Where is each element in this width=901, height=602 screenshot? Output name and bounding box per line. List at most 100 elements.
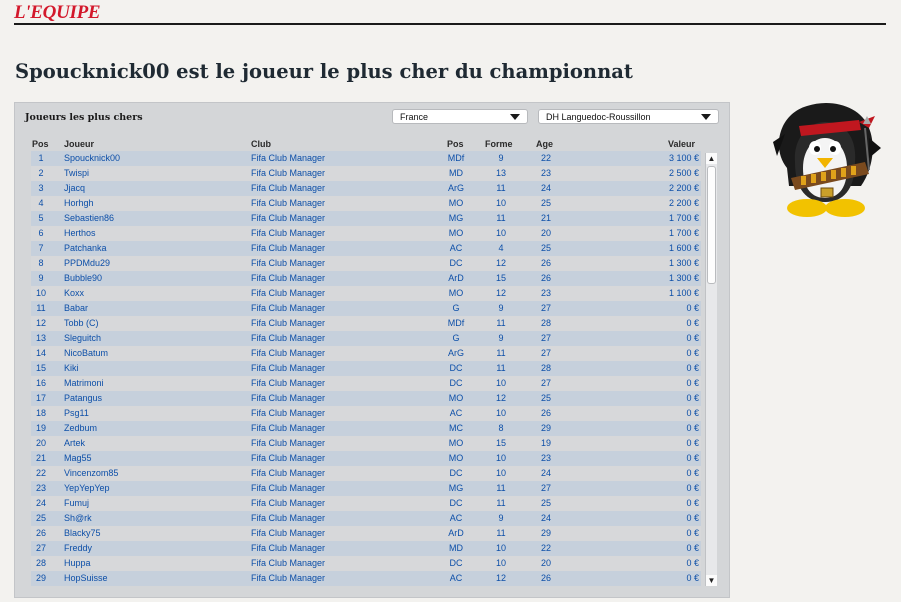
cell-club-link[interactable]: Fifa Club Manager [251, 346, 325, 361]
table-row[interactable]: 11 Babar Fifa Club Manager G 9 27 0 € [31, 301, 701, 316]
cell-player-link[interactable]: Patchanka [64, 241, 107, 256]
cell-player-link[interactable]: Sh@rk [64, 511, 92, 526]
table-row[interactable]: 5 Sebastien86 Fifa Club Manager MG 11 21 1 700… [31, 211, 701, 226]
cell-player-link[interactable]: Spoucknick00 [64, 151, 120, 166]
cell-player-link[interactable]: Huppa [64, 556, 91, 571]
cell-club-link[interactable]: Fifa Club Manager [251, 466, 325, 481]
cell-player-link[interactable]: Babar [64, 301, 88, 316]
table-row[interactable]: 16 Matrimoni Fifa Club Manager DC 10 27 0 € [31, 376, 701, 391]
cell-player-link[interactable]: Sleguitch [64, 331, 101, 346]
cell-club-link[interactable]: Fifa Club Manager [251, 481, 325, 496]
country-select[interactable]: France [392, 109, 528, 124]
cell-club-link[interactable]: Fifa Club Manager [251, 511, 325, 526]
cell-club-link[interactable]: Fifa Club Manager [251, 496, 325, 511]
cell-player-link[interactable]: Kiki [64, 361, 79, 376]
cell-club-link[interactable]: Fifa Club Manager [251, 256, 325, 271]
cell-club-link[interactable]: Fifa Club Manager [251, 361, 325, 376]
header-pos[interactable]: Pos [32, 139, 49, 149]
cell-player-link[interactable]: Zedbum [64, 421, 97, 436]
cell-player-link[interactable]: Artek [64, 436, 85, 451]
table-row[interactable]: 2 Twispi Fifa Club Manager MD 13 23 2 500 € [31, 166, 701, 181]
cell-club-link[interactable]: Fifa Club Manager [251, 316, 325, 331]
header-value[interactable]: Valeur [668, 139, 695, 149]
table-row[interactable]: 20 Artek Fifa Club Manager MO 15 19 0 € [31, 436, 701, 451]
cell-club-link[interactable]: Fifa Club Manager [251, 181, 325, 196]
cell-player-link[interactable]: Bubble90 [64, 271, 102, 286]
cell-club-link[interactable]: Fifa Club Manager [251, 391, 325, 406]
cell-club-link[interactable]: Fifa Club Manager [251, 436, 325, 451]
cell-player-link[interactable]: NicoBatum [64, 346, 108, 361]
cell-player-link[interactable]: Mag55 [64, 451, 92, 466]
cell-player-link[interactable]: YepYepYep [64, 481, 110, 496]
table-row[interactable]: 10 Koxx Fifa Club Manager MO 12 23 1 100 € [31, 286, 701, 301]
table-row[interactable]: 7 Patchanka Fifa Club Manager AC 4 25 1 600 € [31, 241, 701, 256]
scrollbar-thumb[interactable] [707, 166, 716, 284]
table-row[interactable]: 15 Kiki Fifa Club Manager DC 11 28 0 € [31, 361, 701, 376]
table-row[interactable]: 19 Zedbum Fifa Club Manager MC 8 29 0 € [31, 421, 701, 436]
cell-club-link[interactable]: Fifa Club Manager [251, 421, 325, 436]
table-scrollbar[interactable]: ▲ ▼ [705, 153, 717, 586]
table-row[interactable]: 29 HopSuisse Fifa Club Manager AC 12 26 0 € [31, 571, 701, 586]
cell-club-link[interactable]: Fifa Club Manager [251, 556, 325, 571]
cell-club-link[interactable]: Fifa Club Manager [251, 571, 325, 586]
table-row[interactable]: 8 PPDMdu29 Fifa Club Manager DC 12 26 1 300 € [31, 256, 701, 271]
table-row[interactable]: 28 Huppa Fifa Club Manager DC 10 20 0 € [31, 556, 701, 571]
cell-player-link[interactable]: Herthos [64, 226, 96, 241]
cell-player-link[interactable]: Twispi [64, 166, 89, 181]
header-forme[interactable]: Forme [485, 139, 513, 149]
cell-club-link[interactable]: Fifa Club Manager [251, 151, 325, 166]
cell-player-link[interactable]: HopSuisse [64, 571, 108, 586]
cell-club-link[interactable]: Fifa Club Manager [251, 451, 325, 466]
cell-player-link[interactable]: Patangus [64, 391, 102, 406]
cell-player-link[interactable]: Sebastien86 [64, 211, 114, 226]
table-row[interactable]: 9 Bubble90 Fifa Club Manager ArD 15 26 1 300 € [31, 271, 701, 286]
cell-club-link[interactable]: Fifa Club Manager [251, 211, 325, 226]
league-select[interactable]: DH Languedoc-Roussillon [538, 109, 719, 124]
cell-player-link[interactable]: Vincenzom85 [64, 466, 118, 481]
table-row[interactable]: 6 Herthos Fifa Club Manager MO 10 20 1 700 € [31, 226, 701, 241]
header-player[interactable]: Joueur [64, 139, 94, 149]
table-row[interactable]: 22 Vincenzom85 Fifa Club Manager DC 10 24 0 € [31, 466, 701, 481]
table-row[interactable]: 23 YepYepYep Fifa Club Manager MG 11 27 0 € [31, 481, 701, 496]
cell-player-link[interactable]: Fumuj [64, 496, 89, 511]
arrow-up-icon[interactable]: ▲ [706, 153, 717, 164]
table-row[interactable]: 21 Mag55 Fifa Club Manager MO 10 23 0 € [31, 451, 701, 466]
cell-player-link[interactable]: Freddy [64, 541, 92, 556]
table-row[interactable]: 24 Fumuj Fifa Club Manager DC 11 25 0 € [31, 496, 701, 511]
cell-player-link[interactable]: Koxx [64, 286, 84, 301]
cell-club-link[interactable]: Fifa Club Manager [251, 541, 325, 556]
table-row[interactable]: 14 NicoBatum Fifa Club Manager ArG 11 27 0 € [31, 346, 701, 361]
cell-club-link[interactable]: Fifa Club Manager [251, 271, 325, 286]
cell-club-link[interactable]: Fifa Club Manager [251, 286, 325, 301]
table-row[interactable]: 3 Jjacq Fifa Club Manager ArG 11 24 2 200 € [31, 181, 701, 196]
cell-player-link[interactable]: Jjacq [64, 181, 85, 196]
cell-club-link[interactable]: Fifa Club Manager [251, 376, 325, 391]
table-row[interactable]: 12 Tobb (C) Fifa Club Manager MDf 11 28 0 € [31, 316, 701, 331]
cell-player-link[interactable]: Tobb (C) [64, 316, 99, 331]
arrow-down-icon[interactable]: ▼ [706, 575, 717, 586]
cell-player-link[interactable]: Psg11 [64, 406, 89, 421]
cell-club-link[interactable]: Fifa Club Manager [251, 526, 325, 541]
table-row[interactable]: 1 Spoucknick00 Fifa Club Manager MDf 9 22 3 10… [31, 151, 701, 166]
cell-club-link[interactable]: Fifa Club Manager [251, 226, 325, 241]
table-row[interactable]: 27 Freddy Fifa Club Manager MD 10 22 0 € [31, 541, 701, 556]
cell-club-link[interactable]: Fifa Club Manager [251, 166, 325, 181]
table-row[interactable]: 25 Sh@rk Fifa Club Manager AC 9 24 0 € [31, 511, 701, 526]
header-position[interactable]: Pos [447, 139, 464, 149]
cell-club-link[interactable]: Fifa Club Manager [251, 301, 325, 316]
cell-player-link[interactable]: Blacky75 [64, 526, 101, 541]
table-row[interactable]: 26 Blacky75 Fifa Club Manager ArD 11 29 0 € [31, 526, 701, 541]
cell-club-link[interactable]: Fifa Club Manager [251, 196, 325, 211]
cell-club-link[interactable]: Fifa Club Manager [251, 406, 325, 421]
site-logo[interactable]: L'EQUIPE [14, 2, 101, 24]
header-age[interactable]: Age [536, 139, 553, 149]
table-row[interactable]: 18 Psg11 Fifa Club Manager AC 10 26 0 € [31, 406, 701, 421]
cell-player-link[interactable]: PPDMdu29 [64, 256, 110, 271]
cell-player-link[interactable]: Horhgh [64, 196, 94, 211]
cell-player-link[interactable]: Matrimoni [64, 376, 104, 391]
header-club[interactable]: Club [251, 139, 271, 149]
cell-club-link[interactable]: Fifa Club Manager [251, 241, 325, 256]
cell-club-link[interactable]: Fifa Club Manager [251, 331, 325, 346]
table-row[interactable]: 17 Patangus Fifa Club Manager MO 12 25 0 € [31, 391, 701, 406]
table-row[interactable]: 4 Horhgh Fifa Club Manager MO 10 25 2 200 € [31, 196, 701, 211]
